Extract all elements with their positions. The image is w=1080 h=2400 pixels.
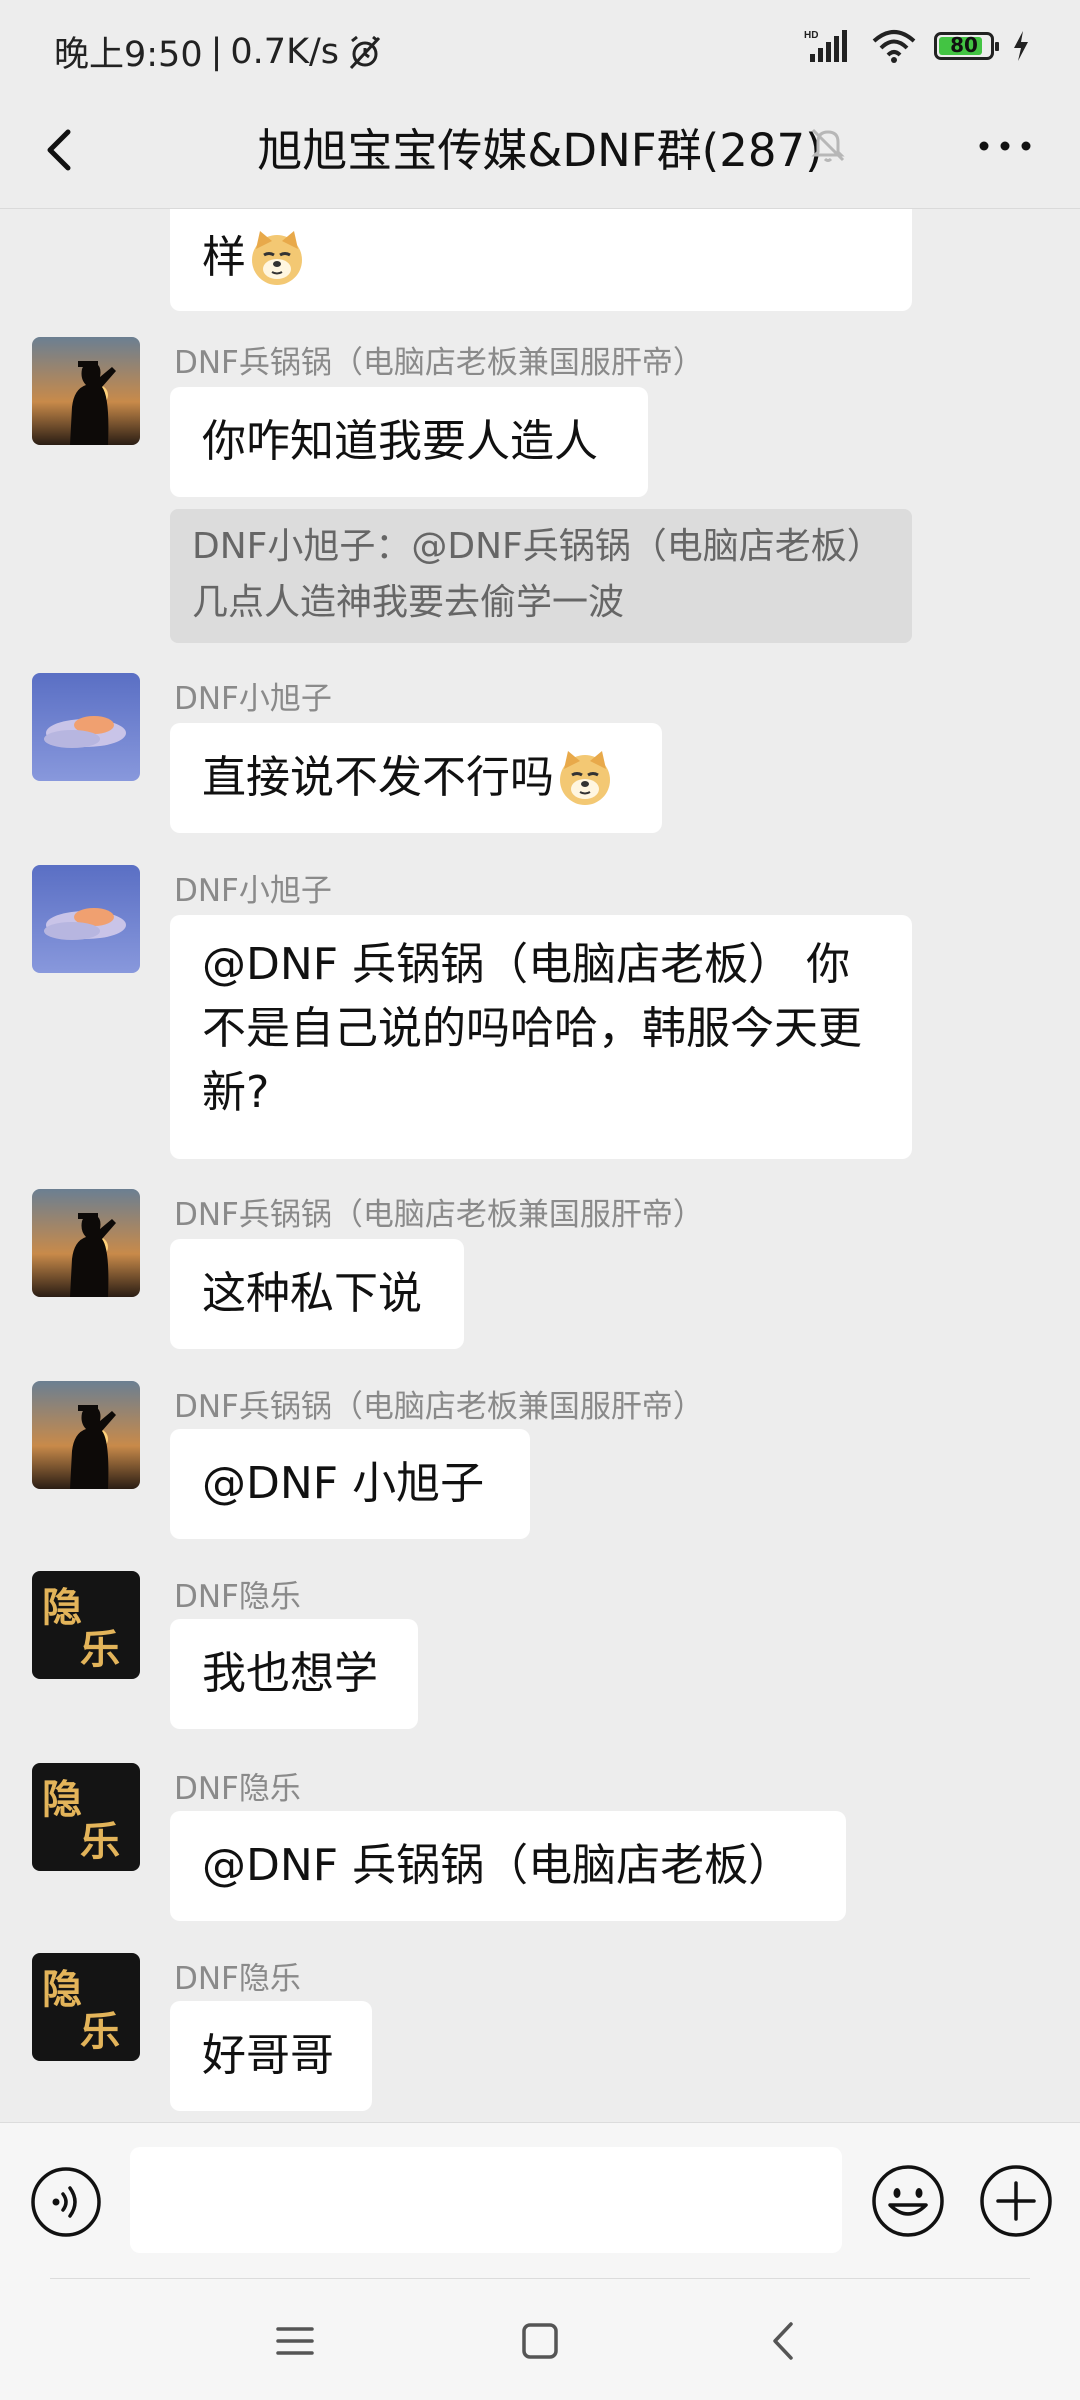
system-back-icon[interactable] — [760, 2316, 810, 2366]
system-navigation-bar — [0, 2278, 1080, 2400]
svg-text:隐: 隐 — [42, 1776, 82, 1823]
quoted-message[interactable]: DNF小旭子：@DNF兵锅锅（电脑店老板） 几点人造神我要去偷学一波 — [170, 509, 912, 643]
status-bar: 晚上9:50 | 0.7K/s HD 80 — [0, 0, 1080, 96]
message-bubble[interactable]: 直接说不发不行吗 — [170, 723, 662, 833]
sender-name: DNF隐乐 — [174, 1961, 301, 1997]
message-bubble[interactable]: 样 — [170, 209, 912, 311]
sunset-cloud-avatar-icon — [32, 865, 140, 973]
wifi-icon — [872, 30, 916, 63]
sender-name: DNF兵锅锅（电脑店老板兼国服肝帝） — [174, 1197, 704, 1233]
home-icon[interactable] — [515, 2316, 565, 2366]
mute-bell-icon — [811, 128, 845, 162]
message-bubble[interactable]: 好哥哥 — [170, 2001, 372, 2111]
status-right: HD 80 — [804, 28, 1030, 64]
status-time: 晚上9:50 — [54, 35, 203, 75]
message-bubble[interactable]: 这种私下说 — [170, 1239, 464, 1349]
message-text: 这种私下说 — [202, 1268, 422, 1319]
message-bubble[interactable]: @DNF 小旭子 — [170, 1429, 530, 1539]
charging-bolt-icon — [1014, 31, 1028, 61]
divider — [50, 2278, 1030, 2279]
svg-text:HD: HD — [804, 30, 818, 41]
more-options-icon[interactable] — [970, 120, 1040, 172]
doge-emoji-icon — [560, 751, 610, 805]
soldier-salute-avatar-icon — [32, 1381, 140, 1489]
message-list[interactable]: 样 DNF兵锅锅（电脑店老板兼国服肝帝） 你咋知道我要人造人 DNF小旭子：@D… — [0, 208, 1080, 2123]
chat-title: 旭旭宝宝传媒&DNF群(287) — [257, 124, 823, 177]
svg-text:隐: 隐 — [42, 1584, 82, 1631]
svg-text:乐: 乐 — [80, 1818, 120, 1865]
sender-name: DNF兵锅锅（电脑店老板兼国服肝帝） — [174, 345, 704, 381]
menu-icon[interactable] — [270, 2316, 320, 2366]
battery-indicator: 80 — [934, 32, 999, 60]
message-text-line: 新? — [202, 1067, 270, 1118]
yinle-calligraphy-avatar-icon: 隐 乐 — [32, 1571, 140, 1679]
svg-text:乐: 乐 — [80, 1626, 120, 1673]
sender-name: DNF小旭子 — [174, 873, 332, 909]
message-bubble[interactable]: 你咋知道我要人造人 — [170, 387, 648, 497]
message-text-line: @DNF 兵锅锅（电脑店老板） 你 — [202, 939, 851, 990]
avatar-sunset[interactable] — [32, 673, 140, 781]
avatar-yinle[interactable]: 隐 乐 — [32, 1571, 140, 1679]
yinle-calligraphy-avatar-icon: 隐 乐 — [32, 1763, 140, 1871]
sender-name: DNF兵锅锅（电脑店老板兼国服肝帝） — [174, 1389, 704, 1425]
avatar-yinle[interactable]: 隐 乐 — [32, 1953, 140, 2061]
avatar-yinle[interactable]: 隐 乐 — [32, 1763, 140, 1871]
message-text: 好哥哥 — [202, 2030, 334, 2081]
sender-name: DNF隐乐 — [174, 1579, 301, 1615]
sender-name: DNF隐乐 — [174, 1771, 301, 1807]
message-text: @DNF 小旭子 — [202, 1458, 485, 1509]
svg-text:乐: 乐 — [80, 2008, 120, 2055]
avatar-soldier[interactable] — [32, 1381, 140, 1489]
message-text: 样 — [202, 232, 246, 283]
avatar-sunset[interactable] — [32, 865, 140, 973]
alarm-off-icon — [349, 35, 381, 69]
status-left: 晚上9:50 | 0.7K/s — [54, 26, 385, 77]
message-bubble[interactable]: 我也想学 — [170, 1619, 418, 1729]
add-attachment-icon[interactable] — [978, 2163, 1054, 2239]
avatar-soldier[interactable] — [32, 337, 140, 445]
quoted-text: DNF小旭子：@DNF兵锅锅（电脑店老板） 几点人造神我要去偷学一波 — [192, 526, 883, 623]
soldier-salute-avatar-icon — [32, 1189, 140, 1297]
avatar-soldier[interactable] — [32, 1189, 140, 1297]
soldier-salute-avatar-icon — [32, 337, 140, 445]
sunset-cloud-avatar-icon — [32, 673, 140, 781]
message-input[interactable] — [130, 2147, 842, 2253]
message-text: 你咋知道我要人造人 — [202, 416, 598, 467]
message-text: 我也想学 — [202, 1648, 378, 1699]
emoji-picker-icon[interactable] — [870, 2163, 946, 2239]
battery-level: 80 — [950, 33, 978, 57]
network-speed: 0.7K/s — [230, 31, 340, 72]
message-text-line: 不是自己说的吗哈哈，韩服今天更 — [202, 1003, 862, 1054]
status-separator: | — [210, 31, 223, 72]
message-text: @DNF 兵锅锅（电脑店老板） — [202, 1840, 793, 1891]
yinle-calligraphy-avatar-icon: 隐 乐 — [32, 1953, 140, 2061]
voice-input-icon[interactable] — [30, 2166, 102, 2238]
sender-name: DNF小旭子 — [174, 681, 332, 717]
doge-emoji-icon — [252, 231, 302, 285]
chat-header: 旭旭宝宝传媒&DNF群(287) — [0, 96, 1080, 208]
input-bar — [0, 2122, 1080, 2279]
signal-icon: HD — [804, 30, 847, 62]
message-text: 直接说不发不行吗 — [202, 752, 554, 803]
message-bubble[interactable]: @DNF 兵锅锅（电脑店老板） 你 不是自己说的吗哈哈，韩服今天更 新? — [170, 915, 912, 1159]
svg-text:隐: 隐 — [42, 1966, 82, 2013]
message-bubble[interactable]: @DNF 兵锅锅（电脑店老板） — [170, 1811, 846, 1921]
